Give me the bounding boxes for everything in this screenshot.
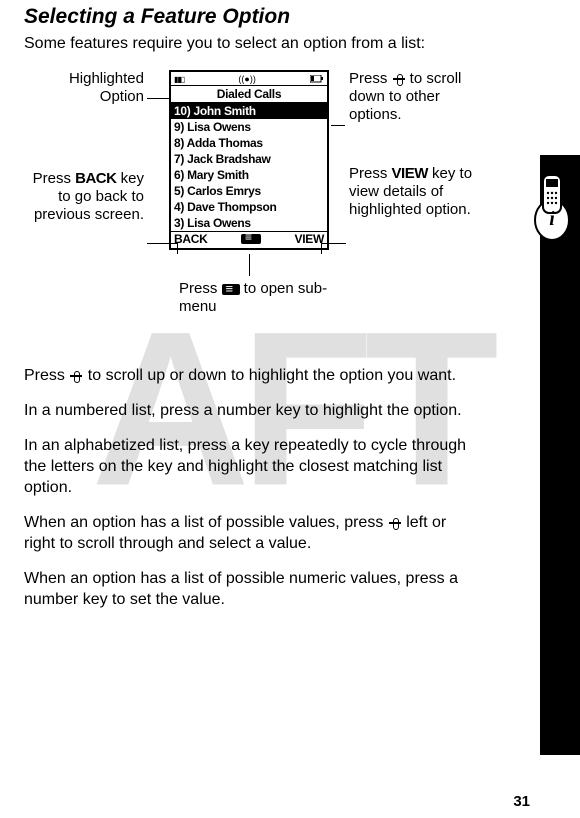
- callout-line: [321, 243, 346, 244]
- callout-line: [321, 243, 322, 254]
- body-p4: When an option has a list of possible va…: [24, 512, 480, 554]
- body-p5: When an option has a list of possible nu…: [24, 568, 480, 610]
- callout-highlighted-text: Highlighted Option: [44, 70, 144, 106]
- battery-icon: [310, 75, 324, 83]
- list-item: 7) Jack Bradshaw: [171, 151, 327, 167]
- softkey-back: BACK: [174, 232, 207, 246]
- callout-line: [147, 243, 177, 244]
- callout-key: VIEW: [392, 165, 428, 182]
- list-item: 8) Adda Thomas: [171, 135, 327, 151]
- svg-text:i: i: [549, 208, 555, 230]
- list-item: 6) Mary Smith: [171, 167, 327, 183]
- nav-key-icon: [388, 517, 402, 529]
- phone-clipart-icon: i: [527, 165, 580, 240]
- page-number: 31: [513, 793, 530, 810]
- callout-line: [249, 254, 250, 276]
- callout-scroll: Press to scroll down to other options.: [349, 70, 489, 124]
- nav-key-icon: [69, 370, 83, 382]
- phone-list-title: Dialed Calls: [171, 86, 327, 103]
- callout-menu: Press to open sub-menu: [179, 280, 339, 316]
- body-text-span: When an option has a list of possible va…: [24, 514, 388, 531]
- callout-text: Press: [349, 70, 392, 87]
- diagram-area: ((●)) Dialed Calls 10) John Smith 9) Lis…: [24, 65, 480, 345]
- callout-key: BACK: [75, 170, 116, 187]
- callout-line: [177, 243, 178, 254]
- body-text-span: Press: [24, 367, 69, 384]
- body-text-span: to scroll up or down to highlight the op…: [83, 367, 456, 384]
- callout-view: Press VIEW key to view details of highli…: [349, 165, 499, 219]
- body-p3: In an alphabetized list, press a key rep…: [24, 435, 480, 498]
- body-text: Press to scroll up or down to highlight …: [24, 365, 480, 610]
- callout-text: Press: [349, 165, 392, 182]
- nav-key-icon: [392, 73, 406, 85]
- callout-text: Press: [179, 280, 222, 297]
- phone-screen: ((●)) Dialed Calls 10) John Smith 9) Lis…: [169, 70, 329, 250]
- body-p1: Press to scroll up or down to highlight …: [24, 365, 480, 386]
- callout-back: Press BACK key to go back to previous sc…: [24, 170, 144, 224]
- page-heading: Selecting a Feature Option: [24, 5, 480, 29]
- softkey-view: VIEW: [295, 232, 324, 246]
- list-item: 3) Lisa Owens: [171, 215, 327, 231]
- list-item: 4) Dave Thompson: [171, 199, 327, 215]
- list-item: 9) Lisa Owens: [171, 119, 327, 135]
- vibrate-icon: ((●)): [238, 74, 255, 84]
- callout-text: Press: [33, 170, 76, 187]
- phone-statusbar: ((●)): [171, 72, 327, 86]
- callout-line: [331, 125, 345, 126]
- signal-icon: [174, 74, 184, 84]
- body-p2: In a numbered list, press a number key t…: [24, 400, 480, 421]
- callout-line: [147, 98, 169, 99]
- list-item: 5) Carlos Emrys: [171, 183, 327, 199]
- callout-highlighted: Highlighted Option: [44, 70, 144, 106]
- phone-list: 10) John Smith 9) Lisa Owens 8) Adda Tho…: [171, 103, 327, 231]
- list-item: 10) John Smith: [171, 103, 327, 119]
- softkey-menu-icon: [241, 234, 261, 244]
- menu-key-icon: [222, 284, 240, 295]
- phone-softkeys: BACK VIEW: [171, 231, 327, 246]
- intro-text: Some features require you to select an o…: [24, 35, 480, 53]
